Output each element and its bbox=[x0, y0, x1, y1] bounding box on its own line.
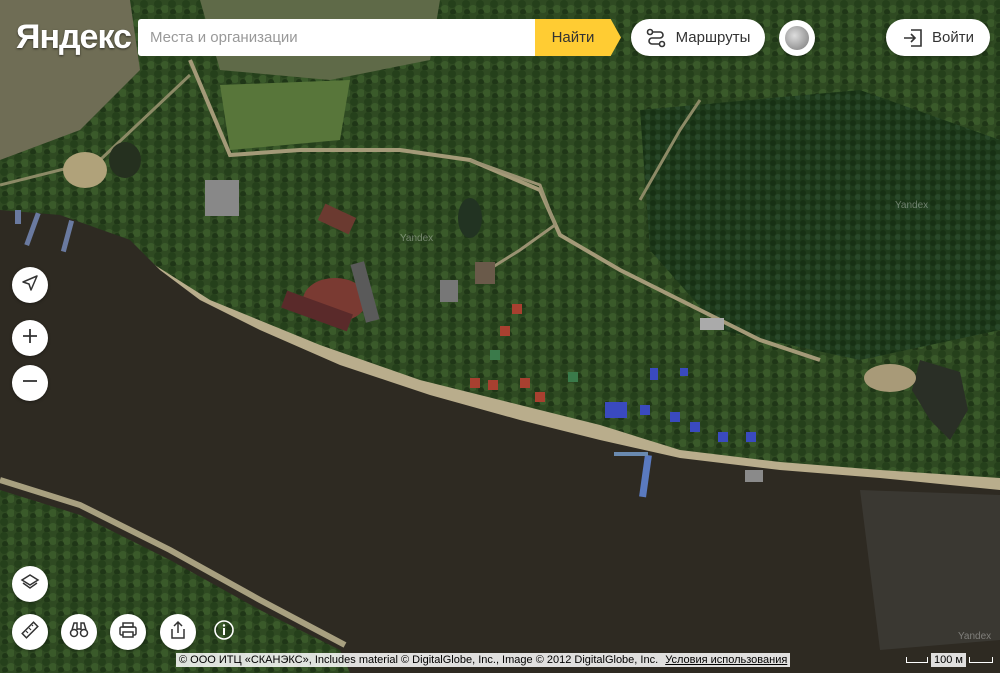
location-arrow-icon bbox=[21, 274, 39, 297]
minus-icon bbox=[21, 372, 39, 395]
panorama-button[interactable] bbox=[61, 614, 97, 650]
map-watermark: Yandex bbox=[400, 233, 434, 244]
routes-label: Маршруты bbox=[675, 29, 751, 46]
binoculars-icon bbox=[69, 621, 89, 644]
scale-line-left bbox=[906, 657, 928, 663]
search-input[interactable] bbox=[138, 19, 536, 56]
login-label: Войти bbox=[932, 29, 974, 46]
printer-icon bbox=[118, 621, 138, 644]
routes-icon bbox=[646, 28, 666, 48]
layers-button[interactable] bbox=[12, 566, 48, 602]
map-watermark: Yandex bbox=[895, 200, 929, 211]
traffic-button[interactable] bbox=[779, 20, 815, 56]
find-button[interactable]: Найти bbox=[535, 19, 621, 56]
scale-line-right bbox=[968, 657, 993, 663]
zoom-in-button[interactable] bbox=[12, 320, 48, 356]
map-watermark: Yandex bbox=[958, 631, 992, 642]
find-button-label: Найти bbox=[551, 29, 595, 46]
scale-bar: 100 м bbox=[906, 653, 993, 667]
ruler-icon bbox=[20, 620, 40, 645]
plus-icon bbox=[21, 327, 39, 350]
zoom-out-button[interactable] bbox=[12, 365, 48, 401]
ruler-button[interactable] bbox=[12, 614, 48, 650]
traffic-indicator-icon bbox=[785, 26, 809, 50]
search-box[interactable] bbox=[138, 19, 536, 56]
locate-me-button[interactable] bbox=[12, 267, 48, 303]
copyright-text: © ООО ИТЦ «СКАНЭКС», Includes material ©… bbox=[179, 654, 659, 666]
share-button[interactable] bbox=[160, 614, 196, 650]
terms-link[interactable]: Условия использования bbox=[665, 654, 787, 666]
share-icon bbox=[169, 620, 187, 645]
scale-label: 100 м bbox=[931, 653, 966, 667]
yandex-logo[interactable]: Яндекс bbox=[16, 18, 132, 57]
login-icon bbox=[902, 28, 924, 48]
map-imagery[interactable] bbox=[0, 0, 1000, 673]
info-button[interactable] bbox=[213, 619, 235, 646]
routes-button[interactable]: Маршруты bbox=[631, 19, 765, 56]
satellite-map[interactable]: Yandex Yandex Yandex bbox=[0, 0, 1000, 673]
login-button[interactable]: Войти bbox=[886, 19, 990, 56]
layers-icon bbox=[20, 573, 40, 596]
print-button[interactable] bbox=[110, 614, 146, 650]
info-icon bbox=[213, 619, 235, 646]
copyright-bar: © ООО ИТЦ «СКАНЭКС», Includes material ©… bbox=[176, 653, 791, 667]
